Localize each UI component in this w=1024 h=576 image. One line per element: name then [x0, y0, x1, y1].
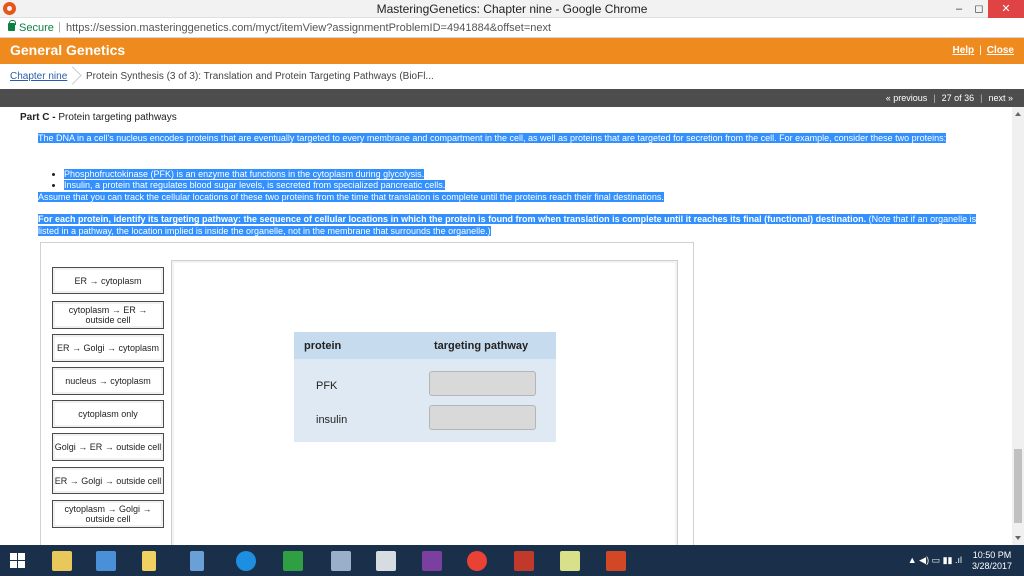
clock-time: 10:50 PM — [972, 550, 1012, 560]
taskbar-clock[interactable]: 10:50 PM 3/28/2017 — [972, 550, 1012, 572]
window-titlebar: MasteringGenetics: Chapter nine - Google… — [0, 0, 1024, 18]
task-bold: For each protein, identify its targeting… — [38, 214, 867, 224]
window-title: MasteringGenetics: Chapter nine - Google… — [376, 2, 648, 16]
column-header-protein: protein — [304, 340, 342, 352]
nav-divider: | — [980, 93, 983, 103]
scrollbar-thumb[interactable] — [1014, 449, 1022, 523]
scroll-up-icon[interactable] — [1015, 112, 1021, 116]
help-link[interactable]: Help — [952, 45, 974, 56]
previous-link[interactable]: « previous — [886, 93, 928, 103]
drag-drop-widget: ER → cytoplasm cytoplasm → ER → outside … — [40, 242, 694, 545]
system-tray[interactable]: ▲ ◀) ▭ ▮▮ .ıl — [908, 555, 962, 566]
chrome-taskbar-icon[interactable] — [467, 551, 487, 571]
breadcrumb-chapter-link[interactable]: Chapter nine — [10, 71, 67, 82]
intro-text: The DNA in a cell's nucleus encodes prot… — [38, 133, 947, 143]
windows-taskbar: ▲ ◀) ▭ ▮▮ .ıl 10:50 PM 3/28/2017 — [0, 545, 1024, 576]
answer-table: protein targeting pathway PFK insulin — [294, 332, 556, 442]
part-heading: Part C - Protein targeting pathways — [20, 112, 177, 123]
chip-cytoplasm-only[interactable]: cytoplasm only — [52, 400, 164, 428]
windows-start-icon[interactable] — [10, 553, 26, 569]
internet-explorer-icon[interactable] — [236, 551, 256, 571]
onenote-icon[interactable] — [422, 551, 442, 571]
network-app-icon[interactable] — [331, 551, 351, 571]
vertical-scrollbar[interactable] — [1012, 107, 1024, 545]
chip-cytoplasm-er-outside[interactable]: cytoplasm → ER → outside cell — [52, 301, 164, 329]
media-player-icon[interactable] — [376, 551, 396, 571]
scroll-down-icon[interactable] — [1015, 536, 1021, 540]
bullet-insulin: Insulin, a protein that regulates blood … — [64, 180, 446, 190]
nav-divider: | — [933, 93, 936, 103]
secure-label: Secure — [19, 22, 54, 34]
part-label: Part C - — [20, 112, 56, 123]
lock-icon — [8, 20, 16, 31]
part-title: Protein targeting pathways — [58, 112, 177, 123]
address-bar[interactable]: Secure | https://session.masteringgeneti… — [0, 18, 1024, 38]
address-separator: | — [58, 21, 61, 33]
bullet-pfk: Phosphofructokinase (PFK) is an enzyme t… — [64, 169, 425, 179]
document-blue-icon[interactable] — [190, 551, 204, 571]
app-header: General Genetics Help | Close — [0, 38, 1024, 64]
chip-cytoplasm-golgi-outside[interactable]: cytoplasm → Golgi → outside cell — [52, 500, 164, 528]
item-position: 27 of 36 — [941, 93, 975, 103]
powerpoint-icon[interactable] — [606, 551, 626, 571]
breadcrumb-current-item: Protein Synthesis (3 of 3): Translation … — [86, 71, 434, 82]
chip-nucleus-cytoplasm[interactable]: nucleus → cytoplasm — [52, 367, 164, 395]
chip-er-golgi-cytoplasm[interactable]: ER → Golgi → cytoplasm — [52, 334, 164, 362]
row-label-pfk: PFK — [316, 380, 338, 392]
drop-slot-pfk[interactable] — [429, 371, 536, 396]
task-instructions: For each protein, identify its targeting… — [38, 213, 998, 237]
url-text[interactable]: https://session.masteringgenetics.com/my… — [66, 22, 551, 34]
item-navigation: « previous | 27 of 36 | next » — [0, 89, 1024, 107]
chip-er-golgi-outside[interactable]: ER → Golgi → outside cell — [52, 467, 164, 494]
close-link[interactable]: Close — [987, 45, 1014, 56]
chip-golgi-er-outside[interactable]: Golgi → ER → outside cell — [52, 433, 164, 461]
breadcrumb: Chapter nine Protein Synthesis (3 of 3):… — [0, 64, 1024, 89]
assumption-text: Assume that you can track the cellular l… — [38, 192, 664, 203]
problem-intro: The DNA in a cell's nucleus encodes prot… — [38, 133, 998, 144]
drop-target-area: protein targeting pathway PFK insulin — [171, 260, 678, 545]
list-item: Insulin, a protein that regulates blood … — [64, 180, 446, 191]
document-icon[interactable] — [142, 551, 156, 571]
list-item: Phosphofructokinase (PFK) is an enzyme t… — [64, 169, 445, 180]
chip-er-cytoplasm[interactable]: ER → cytoplasm — [52, 267, 164, 294]
header-links: Help | Close — [952, 45, 1014, 56]
header-divider: | — [979, 45, 982, 56]
calculator-icon[interactable] — [96, 551, 116, 571]
chevron-right-icon — [66, 66, 80, 86]
folder-app-icon[interactable] — [560, 551, 580, 571]
problem-content: Part C - Protein targeting pathways The … — [0, 107, 1012, 545]
app-title: General Genetics — [10, 42, 126, 58]
clock-date: 3/28/2017 — [971, 561, 1012, 571]
drop-slot-insulin[interactable] — [429, 405, 536, 430]
file-explorer-icon[interactable] — [52, 551, 72, 571]
assume-span: Assume that you can track the cellular l… — [38, 192, 664, 202]
protein-list: Phosphofructokinase (PFK) is an enzyme t… — [58, 169, 446, 191]
video-player-icon[interactable] — [514, 551, 534, 571]
next-link[interactable]: next » — [988, 93, 1013, 103]
row-label-insulin: insulin — [316, 414, 348, 426]
close-window-button[interactable]: ✕ — [988, 0, 1024, 18]
column-header-pathway: targeting pathway — [434, 340, 529, 352]
store-icon[interactable] — [283, 551, 303, 571]
